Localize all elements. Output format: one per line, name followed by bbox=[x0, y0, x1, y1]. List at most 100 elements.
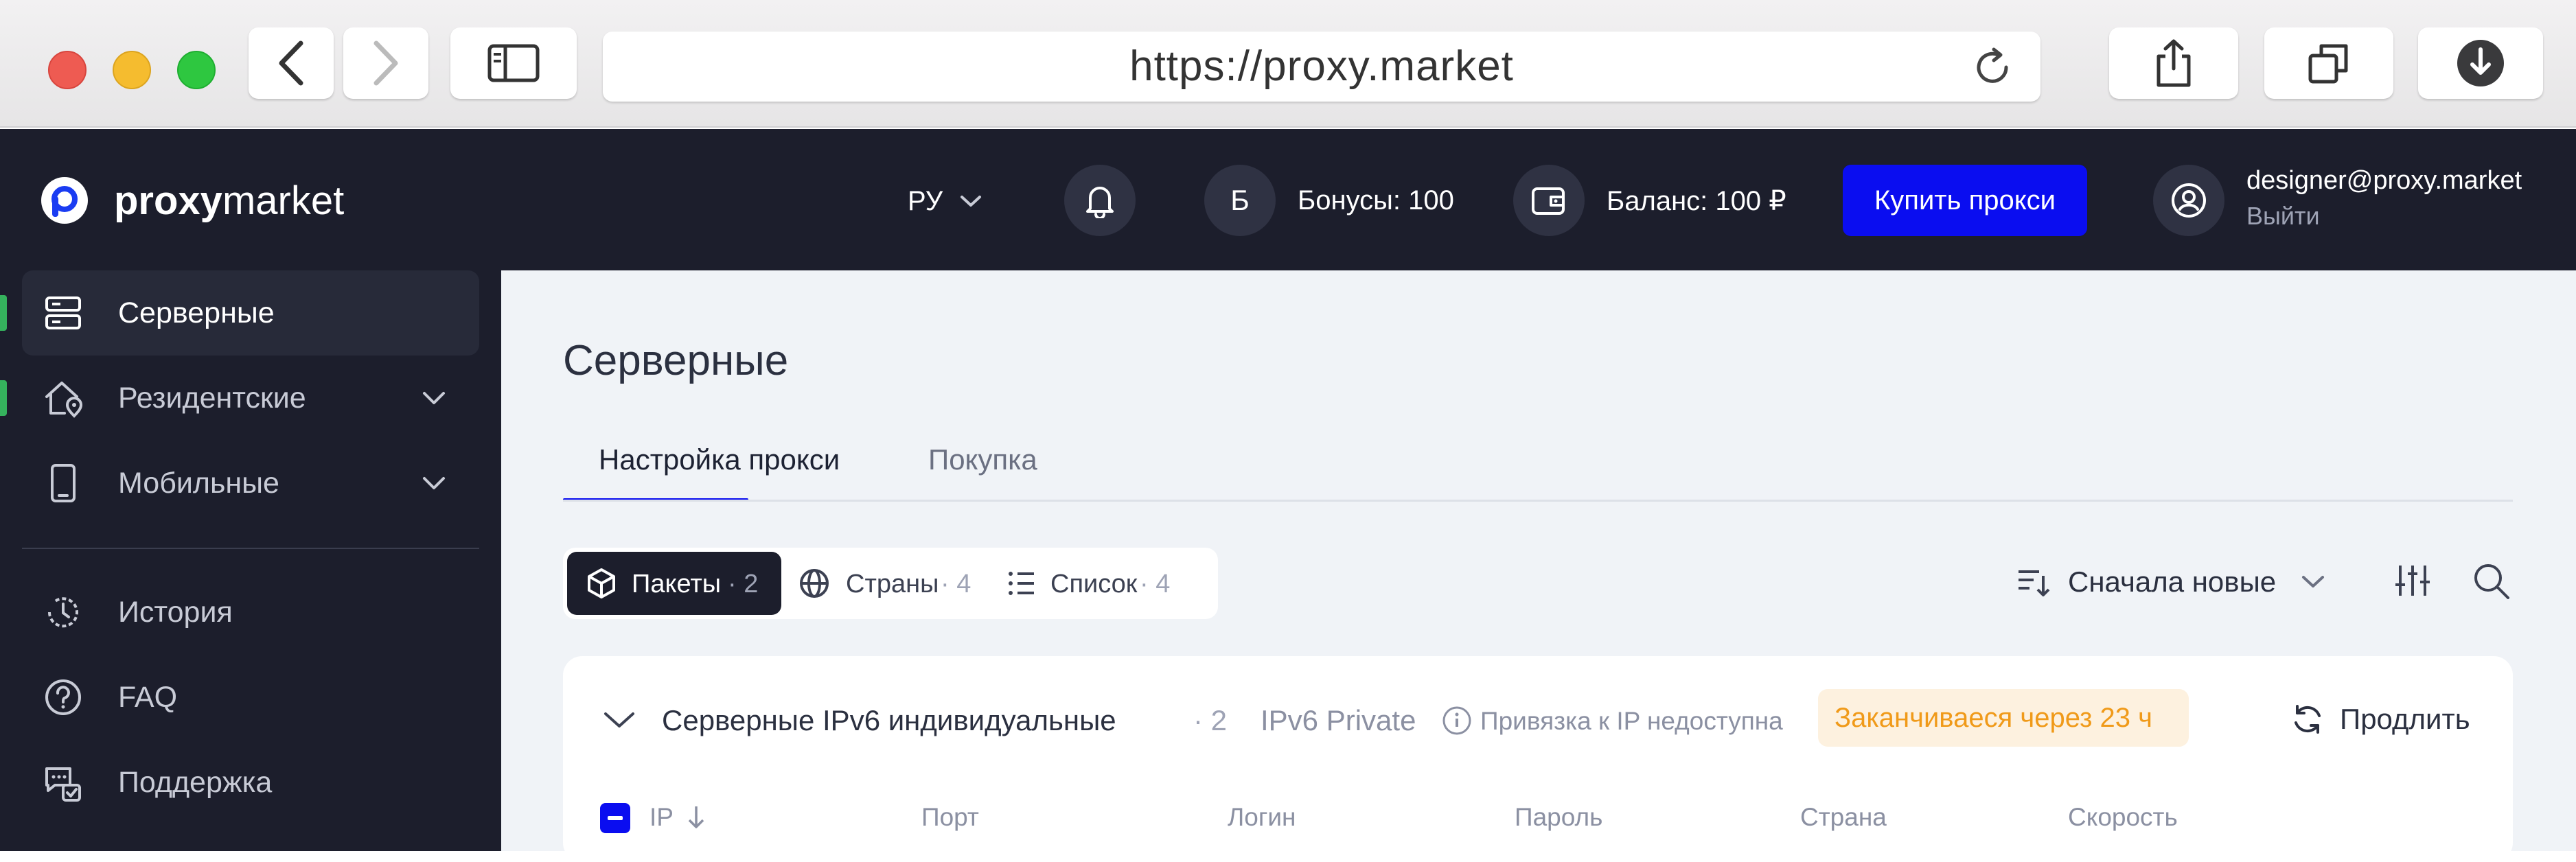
bonus-avatar: Б bbox=[1204, 165, 1276, 236]
sidebar-item-label: FAQ bbox=[118, 680, 178, 714]
column-header-country: Страна bbox=[1800, 803, 1887, 831]
balance-text: Баланс: 100 ₽ bbox=[1607, 186, 1786, 216]
chevron-down-icon bbox=[423, 392, 445, 404]
segment-label: Страны bbox=[846, 570, 939, 598]
reload-icon[interactable] bbox=[1972, 47, 2014, 89]
package-count: · 2 bbox=[1193, 704, 1228, 736]
sidebar-toggle-button[interactable] bbox=[450, 27, 577, 99]
question-icon bbox=[45, 679, 81, 715]
arrow-down-icon bbox=[688, 806, 704, 828]
logout-link[interactable]: Выйти bbox=[2246, 202, 2320, 231]
segment-list[interactable]: Список · 4 bbox=[1000, 552, 1206, 615]
bell-icon bbox=[1086, 187, 1114, 218]
chevron-down-icon[interactable] bbox=[603, 710, 636, 730]
sidebar-divider bbox=[22, 548, 479, 549]
chevron-down-icon bbox=[2302, 576, 2325, 587]
history-icon bbox=[47, 597, 78, 628]
url-text: https://proxy.market bbox=[1129, 43, 1514, 90]
tabs-overview-button[interactable] bbox=[2264, 27, 2393, 99]
app-window: proxy market РУ Б Бонусы: 100 Баланс: 100… bbox=[0, 129, 2576, 862]
forward-icon bbox=[373, 40, 398, 86]
chevron-down-icon bbox=[423, 477, 445, 489]
forward-button[interactable] bbox=[343, 27, 428, 99]
filter-sliders-icon[interactable] bbox=[2393, 561, 2432, 600]
tab-label: Покупка bbox=[928, 443, 1037, 476]
language-label: РУ bbox=[908, 185, 943, 216]
maximize-window-button[interactable] bbox=[177, 51, 216, 89]
package-card: Серверные IPv6 индивидуальные · 2 IPv6 P… bbox=[563, 656, 2513, 862]
sidebar-item-server[interactable]: Серверные bbox=[22, 270, 479, 356]
address-bar[interactable]: https://proxy.market bbox=[603, 32, 2040, 102]
share-icon bbox=[2157, 39, 2191, 87]
segment-count: · 4 bbox=[941, 570, 971, 598]
top-header: proxy market РУ Б Бонусы: 100 Баланс: 100… bbox=[0, 129, 2576, 270]
column-header-speed: Скорость bbox=[2068, 803, 2178, 831]
buy-proxy-label: Купить прокси bbox=[1874, 185, 2056, 216]
sidebar-item-mobile[interactable]: Мобильные bbox=[22, 441, 479, 526]
back-icon bbox=[279, 40, 303, 86]
user-avatar[interactable] bbox=[2153, 165, 2224, 236]
mobile-icon bbox=[51, 464, 76, 502]
cube-icon bbox=[588, 568, 615, 598]
segment-packages[interactable]: Пакеты · 2 bbox=[567, 552, 781, 615]
column-header-ip[interactable]: IP bbox=[649, 803, 706, 832]
segment-label: Список bbox=[1050, 570, 1138, 598]
sort-icon bbox=[2019, 570, 2050, 596]
group-marker bbox=[0, 380, 7, 416]
sidebar-item-label: Мобильные bbox=[118, 466, 279, 500]
user-circle-icon bbox=[2172, 183, 2206, 218]
tabs-icon bbox=[2308, 44, 2348, 84]
column-header-label: IP bbox=[649, 803, 674, 831]
minimize-window-button[interactable] bbox=[113, 51, 151, 89]
download-icon bbox=[2457, 40, 2504, 86]
share-button[interactable] bbox=[2109, 27, 2238, 99]
wallet-button[interactable] bbox=[1513, 165, 1585, 236]
sidebar-item-label: Резидентские bbox=[118, 381, 306, 415]
sidebar-item-faq[interactable]: FAQ bbox=[22, 655, 479, 740]
downloads-button[interactable] bbox=[2418, 27, 2543, 99]
segment-countries[interactable]: Страны · 4 bbox=[790, 552, 996, 615]
language-selector[interactable]: РУ bbox=[908, 184, 982, 218]
brand-name-market: market bbox=[222, 178, 345, 223]
column-header-password: Пароль bbox=[1515, 803, 1603, 831]
info-icon bbox=[1442, 706, 1471, 735]
tab-settings[interactable]: Настройка прокси bbox=[563, 432, 840, 502]
close-window-button[interactable] bbox=[48, 51, 87, 89]
sidebar-item-residential[interactable]: Резидентские bbox=[22, 356, 479, 441]
expiry-badge: Заканчиваеся через 23 ч bbox=[1818, 689, 2189, 747]
logo[interactable]: proxy market bbox=[40, 173, 344, 228]
chevron-down-icon bbox=[961, 196, 982, 207]
segment-count: · 4 bbox=[1140, 570, 1171, 598]
sidebar-icon bbox=[487, 44, 540, 82]
main-content: Серверные Настройка прокси Покупка Пакет… bbox=[501, 270, 2576, 862]
refresh-icon bbox=[2295, 705, 2321, 734]
select-all-checkbox[interactable] bbox=[600, 803, 630, 833]
sidebar-item-label: История bbox=[118, 595, 233, 629]
package-title: Серверные IPv6 индивидуальные bbox=[662, 704, 1116, 736]
user-email: designer@proxy.market bbox=[2246, 166, 2522, 195]
sidebar-item-support[interactable]: Поддержка bbox=[22, 740, 479, 825]
logo-mark-icon bbox=[41, 177, 88, 224]
sort-label: Сначала новые bbox=[2068, 566, 2277, 598]
active-marker bbox=[0, 295, 7, 331]
notifications-button[interactable] bbox=[1064, 165, 1136, 236]
renew-button[interactable]: Продлить bbox=[2290, 699, 2470, 740]
support-chat-icon bbox=[45, 767, 81, 802]
buy-proxy-button[interactable]: Купить прокси bbox=[1843, 165, 2087, 236]
globe-icon bbox=[800, 569, 829, 598]
brand-name-proxy: proxy bbox=[114, 178, 222, 223]
sidebar: Серверные Резидентские Мобильные История… bbox=[0, 270, 501, 851]
tab-purchase[interactable]: Покупка bbox=[928, 443, 1037, 485]
page-title: Серверные bbox=[563, 337, 789, 384]
renew-label: Продлить bbox=[2340, 703, 2470, 735]
ip-binding-note: Привязка к IP недоступна bbox=[1480, 707, 1783, 735]
search-icon[interactable] bbox=[2472, 561, 2511, 601]
column-header-port: Порт bbox=[921, 803, 979, 831]
sort-dropdown[interactable]: Сначала новые bbox=[2016, 561, 2325, 603]
column-header-login: Логин bbox=[1228, 803, 1296, 831]
back-button[interactable] bbox=[249, 27, 334, 99]
sidebar-item-label: Серверные bbox=[118, 296, 275, 329]
minus-icon bbox=[608, 816, 623, 820]
bonus-avatar-letter: Б bbox=[1230, 184, 1250, 216]
sidebar-item-history[interactable]: История bbox=[22, 570, 479, 655]
